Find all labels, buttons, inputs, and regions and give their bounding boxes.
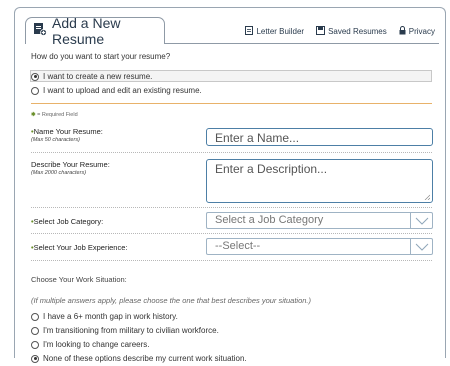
header-divider <box>165 43 439 44</box>
resume-description-input[interactable]: Enter a Description... <box>206 159 433 203</box>
radio-create-new[interactable] <box>31 72 39 81</box>
lock-icon <box>399 26 406 37</box>
saved-resumes-link[interactable]: Saved Resumes <box>316 26 387 37</box>
panel-tab: Add a New Resume <box>25 15 165 47</box>
radio-military[interactable] <box>31 326 39 335</box>
situation-option-gap[interactable]: I have a 6+ month gap in work history. <box>31 312 178 321</box>
chevron-down-icon <box>410 213 432 228</box>
experience-label: •Select Your Job Experience: <box>31 243 128 252</box>
privacy-link[interactable]: Privacy <box>399 26 435 37</box>
start-question: How do you want to start your resume? <box>31 52 171 61</box>
row-divider <box>31 233 432 234</box>
situation-option-military[interactable]: I'm transitioning from military to civil… <box>31 326 219 335</box>
resize-handle-icon[interactable] <box>424 194 430 200</box>
header-links: Letter Builder Saved Resumes Privacy <box>245 26 435 37</box>
situation-option-none[interactable]: None of these options describe my curren… <box>31 354 247 363</box>
name-label: •Name Your Resume: (Max 50 characters) <box>31 127 103 143</box>
category-label: •Select Job Category: <box>31 217 104 226</box>
radio-change-careers[interactable] <box>31 340 39 349</box>
letter-builder-link[interactable]: Letter Builder <box>245 26 304 37</box>
row-divider <box>31 260 432 261</box>
description-label: Describe Your Resume: (Max 2000 characte… <box>31 160 110 176</box>
radio-gap[interactable] <box>31 312 39 321</box>
resume-panel: Add a New Resume Letter Builder Saved Re… <box>0 7 446 366</box>
saved-icon <box>316 26 326 37</box>
option-upload-existing[interactable]: I want to upload and edit an existing re… <box>31 86 202 95</box>
row-divider <box>31 152 432 153</box>
section-divider <box>31 103 432 104</box>
page-title: Add a New Resume <box>52 15 121 47</box>
work-situation-title: Choose Your Work Situation: <box>31 275 127 284</box>
radio-none[interactable] <box>31 354 39 363</box>
work-situation-hint: (If multiple answers apply, please choos… <box>31 296 312 305</box>
radio-upload-existing[interactable] <box>31 86 39 95</box>
option-create-new[interactable]: I want to create a new resume. <box>31 72 152 81</box>
situation-option-change-careers[interactable]: I'm looking to change careers. <box>31 340 149 349</box>
required-note: ✱ = Required Field <box>31 112 78 118</box>
document-icon <box>245 26 254 37</box>
add-resume-icon <box>33 22 47 41</box>
required-star-icon: ✱ <box>31 112 36 118</box>
row-divider <box>31 207 432 208</box>
job-category-select[interactable]: Select a Job Category <box>206 212 433 229</box>
resume-name-input[interactable]: Enter a Name... <box>206 128 433 146</box>
chevron-down-icon <box>410 239 432 254</box>
job-experience-select[interactable]: --Select-- <box>206 238 433 255</box>
